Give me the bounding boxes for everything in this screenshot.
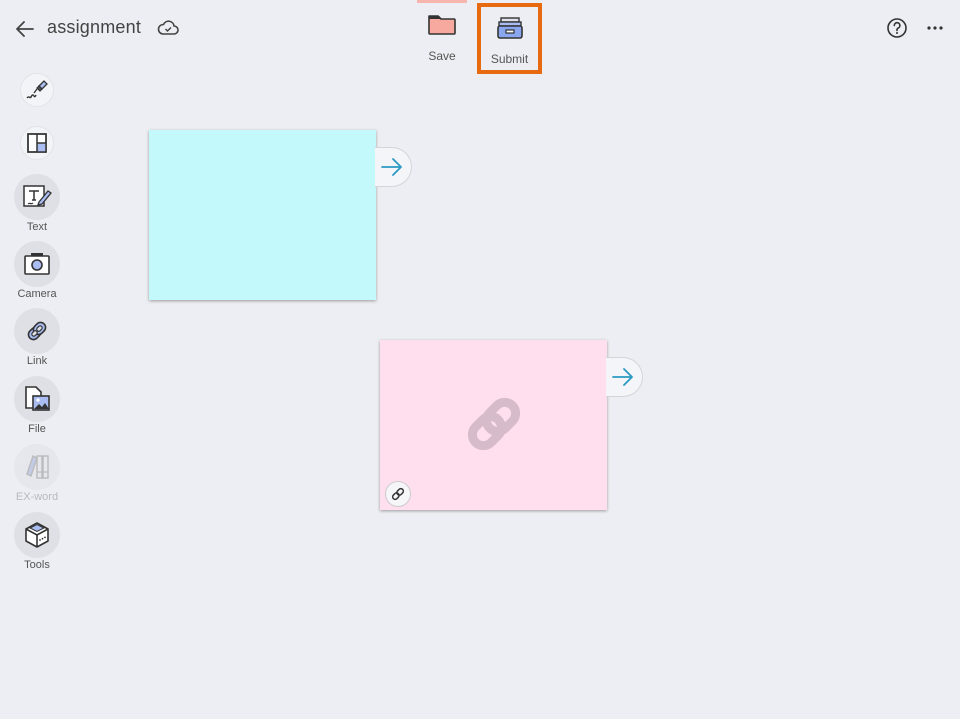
sidebar-item-layout[interactable]: [14, 126, 60, 160]
tools-button: [14, 512, 60, 558]
folder-icon: [428, 15, 456, 35]
sidebar-item-file[interactable]: File: [14, 376, 60, 435]
sidebar-item-text[interactable]: Text: [14, 174, 60, 233]
sidebar-item-ex-word: EX-word: [14, 444, 60, 503]
text-label: Text: [26, 221, 48, 233]
link-badge-button[interactable]: [385, 481, 411, 507]
help-circle-icon: [887, 18, 907, 38]
top-bar: assignment Save Submit: [0, 0, 960, 74]
sidebar-item-tools[interactable]: Tools: [14, 512, 60, 571]
layout-button: [20, 126, 54, 160]
page-title: assignment: [47, 17, 142, 37]
card-next-button[interactable]: [606, 357, 643, 397]
more-horizontal-icon: [927, 26, 943, 30]
pen-button: [20, 73, 54, 107]
link-label: Link: [26, 355, 48, 367]
cloud-sync-status: [157, 18, 179, 38]
link-small-icon: [391, 487, 405, 501]
card-blank[interactable]: [149, 130, 376, 300]
submit-button[interactable]: Submit: [477, 3, 542, 74]
pen-icon: [26, 80, 48, 99]
ex-word-icon: [26, 455, 49, 479]
more-button[interactable]: [924, 18, 946, 38]
submit-tray-icon: [497, 17, 523, 39]
link-icon: [27, 321, 47, 341]
arrow-left-icon: [16, 21, 34, 37]
ex-word-label: EX-word: [15, 491, 59, 503]
back-button[interactable]: [14, 18, 36, 40]
help-button[interactable]: [886, 17, 908, 39]
layout-icon: [27, 133, 47, 153]
sidebar-item-link[interactable]: Link: [14, 308, 60, 367]
arrow-right-icon: [612, 368, 633, 386]
save-accent-bar: [417, 0, 467, 3]
camera-label: Camera: [17, 288, 57, 300]
card-next-button[interactable]: [375, 147, 412, 187]
camera-icon: [24, 253, 50, 275]
text-icon: [23, 185, 52, 207]
tools-label: Tools: [24, 559, 50, 571]
text-button: [14, 174, 60, 220]
sidebar-item-pen[interactable]: [14, 73, 60, 107]
camera-button: [14, 241, 60, 287]
ex-word-button: [14, 444, 60, 490]
sidebar-item-camera[interactable]: Camera: [14, 241, 60, 300]
file-image-icon: [25, 386, 50, 411]
file-button: [14, 376, 60, 422]
save-label: Save: [428, 49, 456, 63]
cloud-check-icon: [157, 20, 179, 35]
link-placeholder-icon: [467, 397, 521, 451]
card-link[interactable]: [380, 340, 607, 510]
arrow-right-icon: [381, 158, 402, 176]
toolbox-icon: [25, 522, 49, 548]
save-button[interactable]: Save: [415, 0, 469, 70]
link-button: [14, 308, 60, 354]
file-label: File: [28, 423, 46, 435]
submit-label: Submit: [490, 52, 529, 66]
